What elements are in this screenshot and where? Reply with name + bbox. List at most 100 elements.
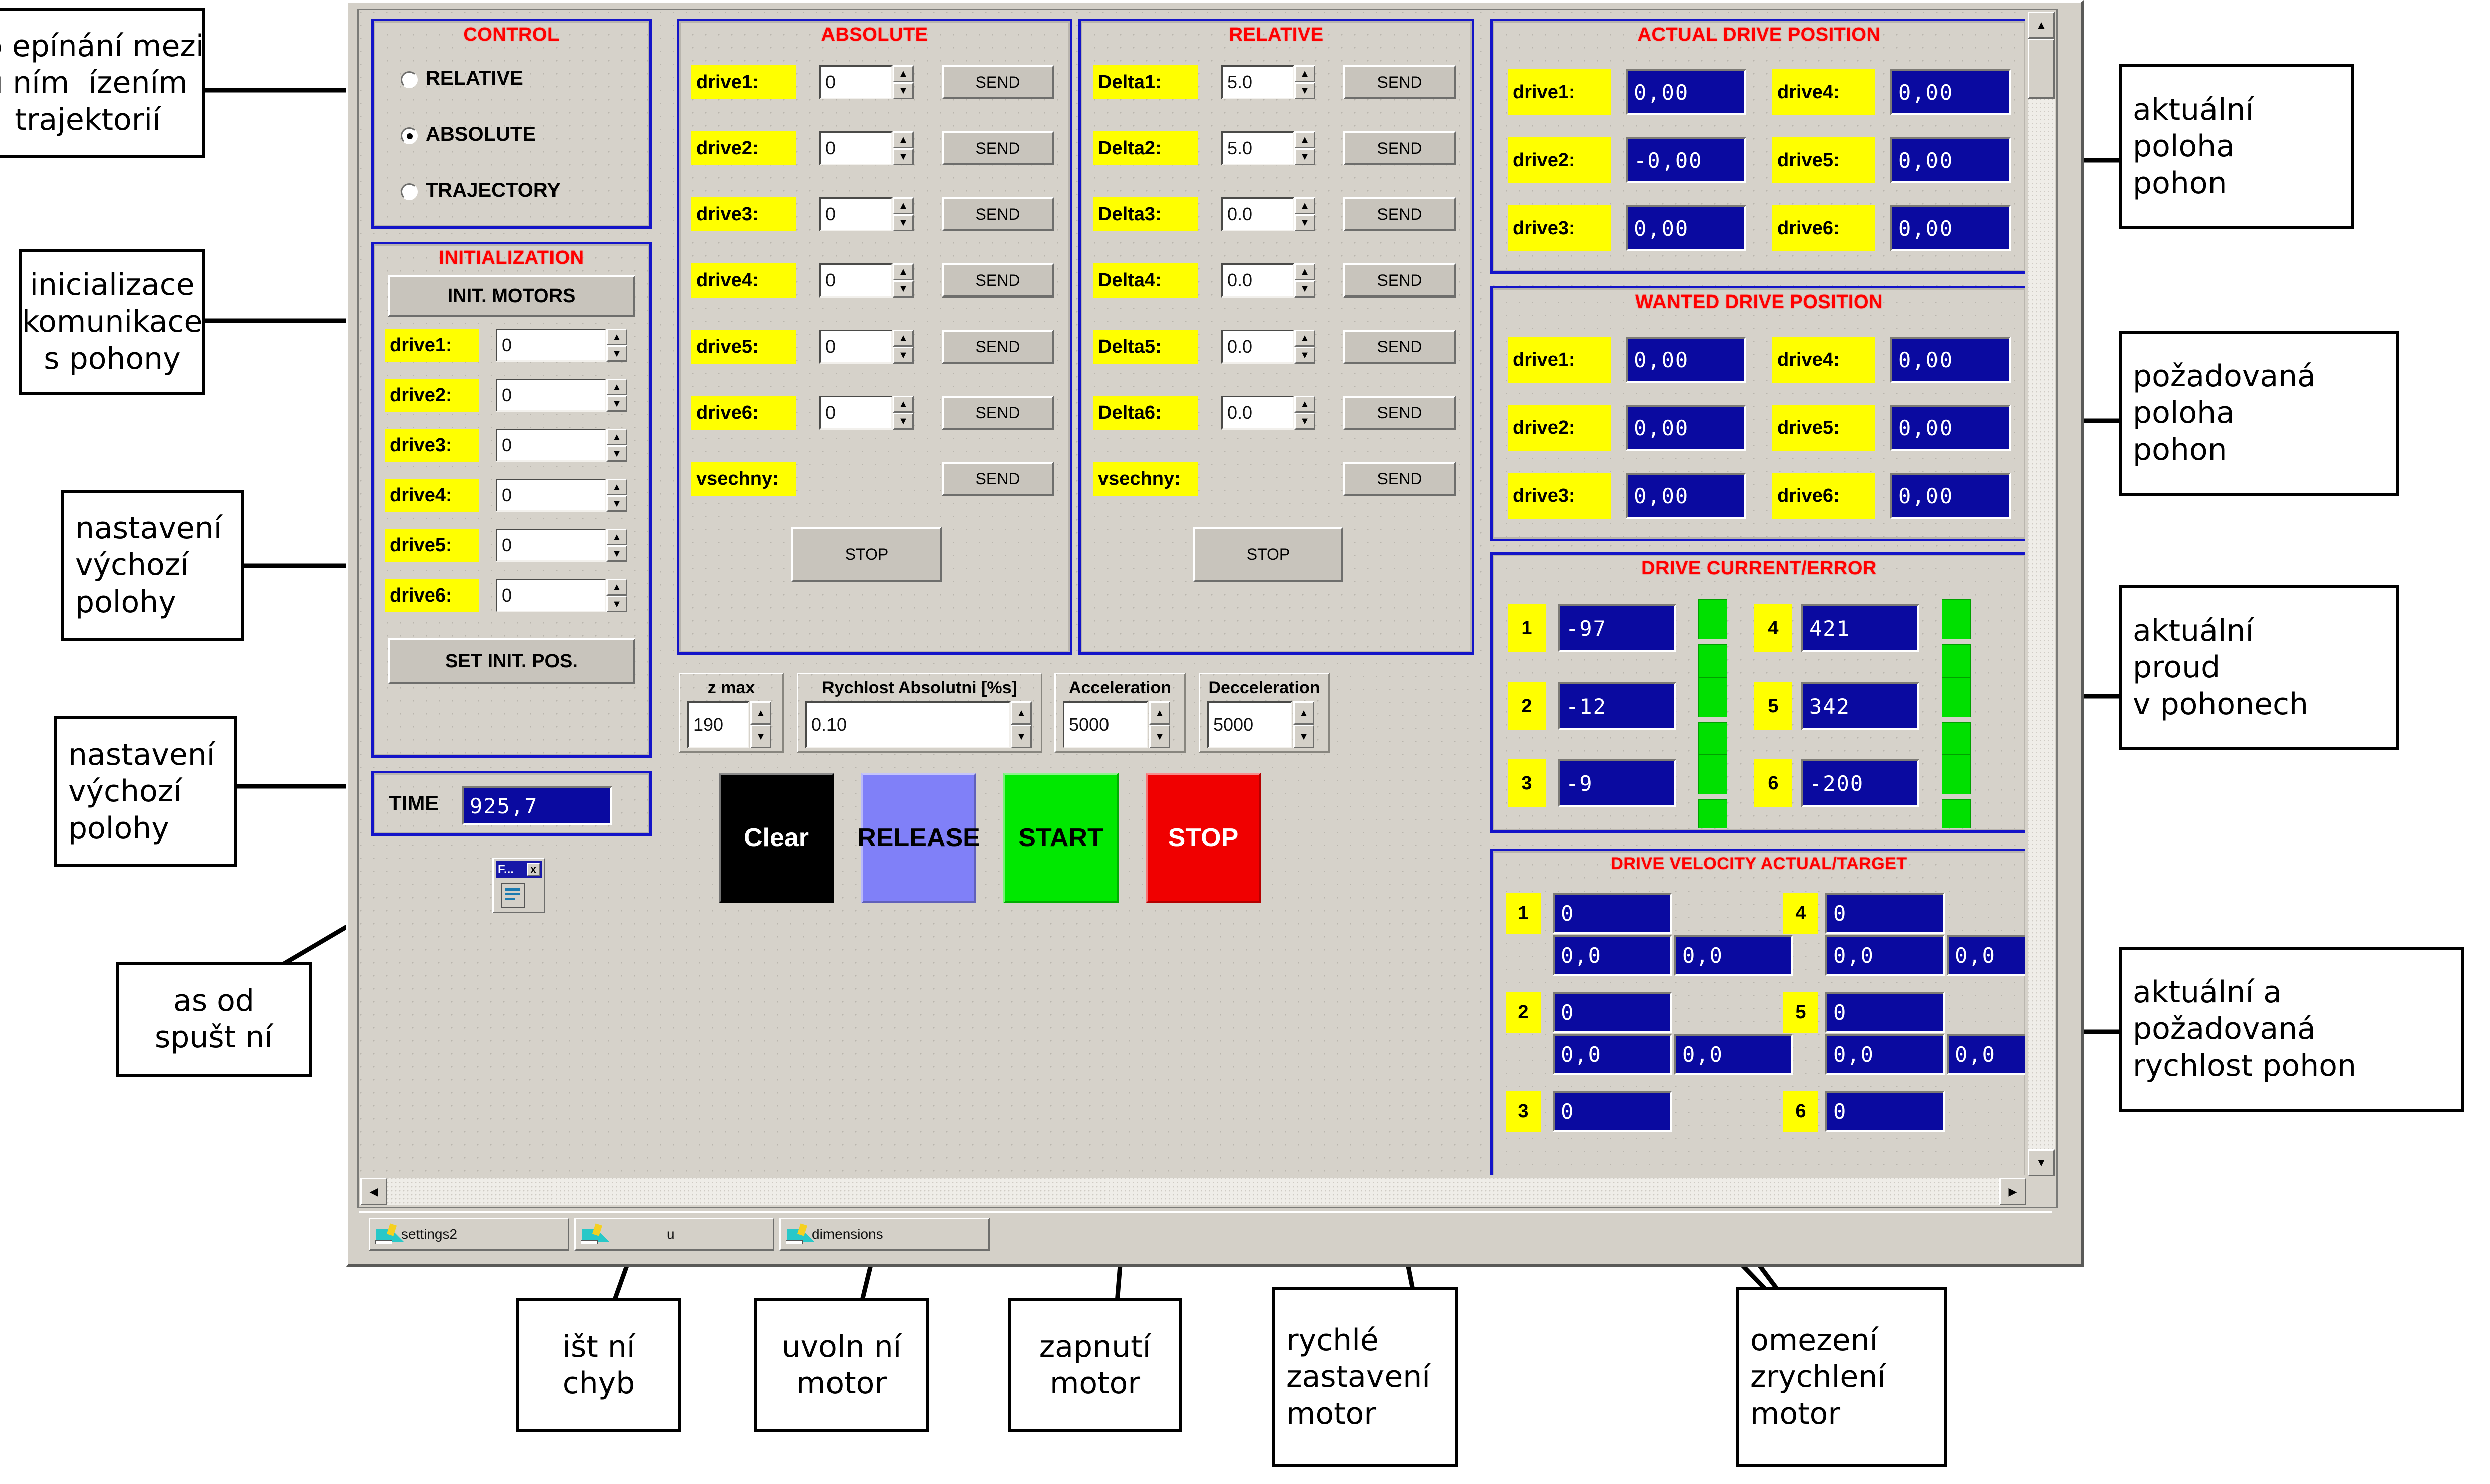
rychlost-input[interactable]: 0.10 [805, 701, 1011, 748]
spin-up-icon[interactable]: ▲ [606, 379, 627, 395]
absolute-send-button-6[interactable]: SEND [942, 396, 1054, 430]
relative-stop-button[interactable]: STOP [1193, 527, 1343, 582]
init-row-spinner-1[interactable]: ▲ ▼ [606, 329, 627, 362]
spin-up-icon[interactable]: ▲ [1293, 701, 1314, 725]
spin-up-icon[interactable]: ▲ [893, 65, 914, 82]
radio-trajectory[interactable] [401, 183, 418, 200]
spin-down-icon[interactable]: ▼ [606, 545, 627, 562]
scroll-left-icon[interactable]: ◀ [360, 1178, 387, 1205]
spin-up-icon[interactable]: ▲ [893, 263, 914, 280]
relative-send-button-1[interactable]: SEND [1343, 65, 1456, 99]
spin-down-icon[interactable]: ▼ [606, 596, 627, 612]
relative-row-spinner-3[interactable]: ▲ ▼ [1294, 197, 1315, 231]
init-row-input-3[interactable]: 0 [496, 429, 606, 462]
relative-row-spinner-2[interactable]: ▲ ▼ [1294, 131, 1315, 165]
absolute-row-spinner-2[interactable]: ▲ ▼ [893, 131, 914, 165]
start-button[interactable]: START [1003, 773, 1119, 903]
relative-send-button-4[interactable]: SEND [1343, 263, 1456, 298]
rychlost-spinner[interactable]: ▲ ▼ [1011, 701, 1032, 748]
relative-row-input-1[interactable]: 5.0 [1221, 65, 1294, 99]
scroll-up-icon[interactable]: ▲ [2028, 12, 2055, 39]
scroll-down-icon[interactable]: ▼ [2028, 1149, 2055, 1176]
relative-row-input-4[interactable]: 0.0 [1221, 263, 1294, 298]
init-motors-button[interactable]: INIT. MOTORS [388, 275, 635, 317]
absolute-send-all-button[interactable]: SEND [942, 462, 1054, 496]
radio-relative[interactable] [401, 71, 418, 88]
relative-row-spinner-6[interactable]: ▲ ▼ [1294, 396, 1315, 430]
spin-down-icon[interactable]: ▼ [893, 280, 914, 298]
spin-up-icon[interactable]: ▲ [606, 529, 627, 545]
decceleration-input[interactable]: 5000 [1207, 701, 1292, 748]
absolute-row-input-3[interactable]: 0 [819, 197, 893, 231]
clear-button[interactable]: Clear [719, 773, 834, 903]
taskbar-item-dimensions[interactable]: dimensions [779, 1218, 990, 1251]
relative-send-button-6[interactable]: SEND [1343, 396, 1456, 430]
init-row-input-2[interactable]: 0 [496, 379, 606, 412]
spin-up-icon[interactable]: ▲ [893, 330, 914, 347]
spin-down-icon[interactable]: ▼ [1294, 214, 1315, 231]
spin-up-icon[interactable]: ▲ [606, 479, 627, 495]
set-init-pos-button[interactable]: SET INIT. POS. [388, 638, 635, 684]
spin-up-icon[interactable]: ▲ [1294, 396, 1315, 413]
absolute-row-input-1[interactable]: 0 [819, 65, 893, 99]
spin-down-icon[interactable]: ▼ [1294, 347, 1315, 364]
acceleration-spinner[interactable]: ▲ ▼ [1149, 701, 1170, 748]
spin-up-icon[interactable]: ▲ [750, 701, 771, 725]
radio-absolute[interactable] [401, 127, 418, 144]
spin-up-icon[interactable]: ▲ [893, 131, 914, 148]
relative-send-button-3[interactable]: SEND [1343, 197, 1456, 231]
relative-row-input-3[interactable]: 0.0 [1221, 197, 1294, 231]
spin-up-icon[interactable]: ▲ [1149, 701, 1170, 725]
taskbar-item-u[interactable]: u [574, 1218, 774, 1251]
relative-send-button-2[interactable]: SEND [1343, 131, 1456, 165]
stop-button[interactable]: STOP [1146, 773, 1261, 903]
absolute-row-input-5[interactable]: 0 [819, 330, 893, 364]
absolute-row-spinner-6[interactable]: ▲ ▼ [893, 396, 914, 430]
spin-up-icon[interactable]: ▲ [606, 579, 627, 596]
spin-up-icon[interactable]: ▲ [1294, 197, 1315, 214]
taskbar-item-settings2[interactable]: settings2 [369, 1218, 569, 1251]
init-row-spinner-4[interactable]: ▲ ▼ [606, 479, 627, 512]
relative-row-spinner-5[interactable]: ▲ ▼ [1294, 330, 1315, 364]
close-icon[interactable]: x [527, 863, 540, 876]
init-row-input-4[interactable]: 0 [496, 479, 606, 512]
absolute-row-spinner-3[interactable]: ▲ ▼ [893, 197, 914, 231]
relative-send-button-5[interactable]: SEND [1343, 330, 1456, 364]
init-row-spinner-6[interactable]: ▲ ▼ [606, 579, 627, 612]
init-row-input-6[interactable]: 0 [496, 579, 606, 612]
spin-down-icon[interactable]: ▼ [893, 148, 914, 165]
spin-up-icon[interactable]: ▲ [1294, 131, 1315, 148]
absolute-row-spinner-5[interactable]: ▲ ▼ [893, 330, 914, 364]
release-button[interactable]: RELEASE [857, 773, 980, 903]
spin-up-icon[interactable]: ▲ [1011, 701, 1032, 725]
spin-down-icon[interactable]: ▼ [1293, 725, 1314, 748]
horizontal-scrollbar[interactable]: ◀ ▶ [360, 1178, 2026, 1205]
spin-down-icon[interactable]: ▼ [606, 345, 627, 362]
spin-down-icon[interactable]: ▼ [1294, 82, 1315, 99]
relative-row-spinner-1[interactable]: ▲ ▼ [1294, 65, 1315, 99]
relative-row-input-2[interactable]: 5.0 [1221, 131, 1294, 165]
init-row-spinner-5[interactable]: ▲ ▼ [606, 529, 627, 562]
absolute-row-input-6[interactable]: 0 [819, 396, 893, 430]
spin-down-icon[interactable]: ▼ [893, 413, 914, 430]
spin-down-icon[interactable]: ▼ [1294, 280, 1315, 298]
absolute-stop-button[interactable]: STOP [791, 527, 942, 582]
spin-down-icon[interactable]: ▼ [1294, 413, 1315, 430]
scroll-thumb-vertical[interactable] [2028, 39, 2055, 99]
spin-down-icon[interactable]: ▼ [893, 82, 914, 99]
decceleration-spinner[interactable]: ▲ ▼ [1293, 701, 1314, 748]
init-row-spinner-3[interactable]: ▲ ▼ [606, 429, 627, 462]
spin-down-icon[interactable]: ▼ [893, 214, 914, 231]
absolute-send-button-4[interactable]: SEND [942, 263, 1054, 298]
spin-up-icon[interactable]: ▲ [1294, 263, 1315, 280]
spin-up-icon[interactable]: ▲ [1294, 330, 1315, 347]
vertical-scroll-track[interactable] [2028, 39, 2055, 1149]
init-row-input-5[interactable]: 0 [496, 529, 606, 562]
spin-up-icon[interactable]: ▲ [1294, 65, 1315, 82]
init-row-spinner-2[interactable]: ▲ ▼ [606, 379, 627, 412]
spin-up-icon[interactable]: ▲ [893, 197, 914, 214]
absolute-row-spinner-1[interactable]: ▲ ▼ [893, 65, 914, 99]
relative-row-input-6[interactable]: 0.0 [1221, 396, 1294, 430]
spin-up-icon[interactable]: ▲ [606, 429, 627, 445]
acceleration-input[interactable]: 5000 [1063, 701, 1148, 748]
